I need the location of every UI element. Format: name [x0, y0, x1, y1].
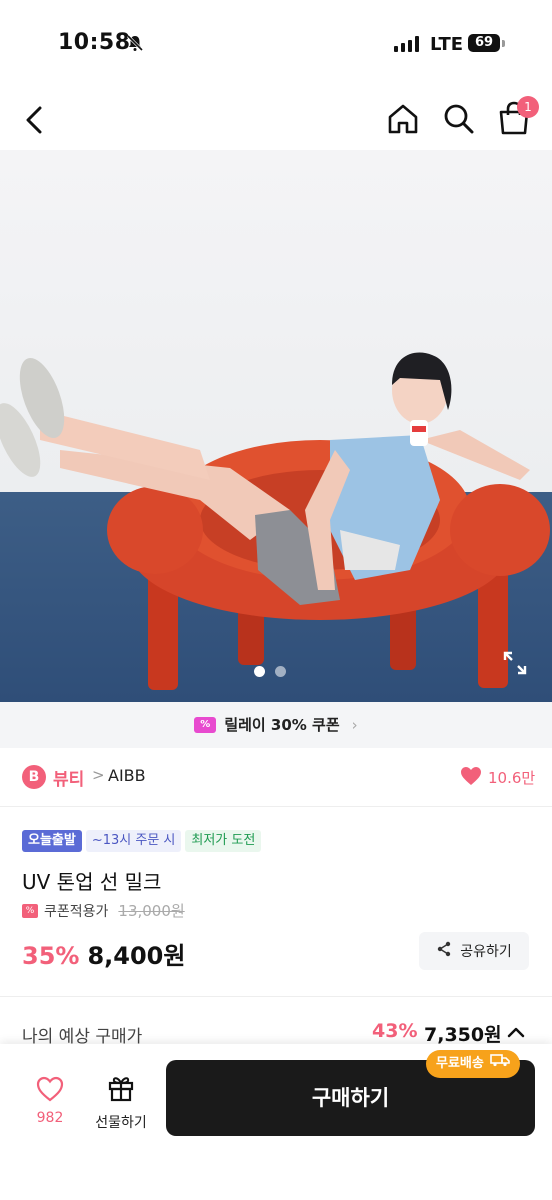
brand-link[interactable]: AIBB — [108, 766, 146, 785]
wishlist-count: 982 — [36, 1110, 64, 1126]
expected-price: 7,350원 — [424, 1024, 502, 1046]
coupon-icon: % — [22, 903, 38, 918]
expand-icon[interactable] — [502, 650, 528, 680]
category-link[interactable]: 뷰티 — [53, 765, 84, 790]
chevron-right-icon: › — [351, 715, 358, 734]
status-time: 10:58 — [58, 30, 131, 55]
top-nav: 1 — [0, 90, 552, 150]
wishlist-button[interactable]: 982 — [30, 1076, 70, 1126]
product-title: UV 톤업 선 밀크 — [22, 870, 162, 894]
carousel-pagination — [254, 662, 296, 681]
discount-rate: 35% — [22, 942, 80, 970]
heart-outline-icon — [36, 1076, 64, 1106]
coupon-tag-icon: % — [194, 716, 217, 733]
carousel-dot-active[interactable] — [254, 666, 265, 677]
signal-icon — [394, 36, 420, 56]
share-button[interactable]: 공유하기 — [419, 932, 529, 970]
chip-lowest-price: 최저가 도전 — [185, 830, 262, 852]
original-price: 13,000원 — [118, 902, 185, 920]
gift-label: 선물하기 — [95, 1115, 147, 1131]
coupon-banner-label: 릴레이 30% 쿠폰 — [224, 716, 340, 734]
search-icon[interactable] — [440, 100, 478, 142]
gift-button[interactable]: 선물하기 — [88, 1072, 154, 1132]
status-bar: 10:58 LTE 69 — [0, 0, 552, 90]
free-shipping-label: 무료배송 — [436, 1056, 484, 1071]
battery-level: 69 — [468, 34, 500, 52]
relay-coupon-banner[interactable]: % 릴레이 30% 쿠폰 › — [0, 702, 552, 748]
coupon-price-label: 쿠폰적용가 — [44, 903, 109, 920]
section-divider — [0, 996, 552, 997]
expected-discount: 43% — [372, 1020, 418, 1042]
share-icon — [436, 941, 452, 961]
battery-cap — [502, 40, 505, 47]
chip-order-deadline: ~13시 주문 시 — [85, 830, 182, 852]
heart-filled-icon[interactable] — [460, 766, 482, 790]
breadcrumb-separator: > — [92, 766, 105, 784]
chip-today-ship: 오늘출발 — [22, 830, 82, 852]
truck-icon — [490, 1050, 510, 1078]
carousel-dot[interactable] — [275, 666, 286, 677]
sale-price: 8,400원 — [87, 942, 186, 970]
like-count: 10.6만 — [488, 769, 536, 787]
brand-row: B 뷰티 > AIBB 10.6만 — [0, 748, 552, 807]
coupon-price-row: % 쿠폰적용가 13,000원 — [22, 900, 185, 921]
home-icon[interactable] — [384, 100, 422, 142]
delivery-chips: 오늘출발 ~13시 주문 시 최저가 도전 — [22, 830, 262, 852]
chevron-up-icon[interactable] — [506, 1022, 526, 1046]
product-photo — [0, 352, 550, 690]
cart-count-badge: 1 — [517, 96, 539, 118]
category-badge-icon: B — [22, 765, 46, 789]
gift-icon — [106, 1077, 136, 1106]
free-shipping-badge: 무료배송 — [426, 1050, 520, 1078]
share-label: 공유하기 — [460, 944, 512, 960]
bell-muted-icon — [126, 34, 144, 56]
back-arrow-icon[interactable] — [18, 100, 52, 140]
price-row: 35% 8,400원 — [22, 936, 185, 971]
bottom-action-bar: 982 선물하기 구매하기 무료배송 — [0, 1044, 552, 1200]
network-type: LTE — [430, 34, 464, 55]
product-image-carousel[interactable] — [0, 150, 552, 702]
